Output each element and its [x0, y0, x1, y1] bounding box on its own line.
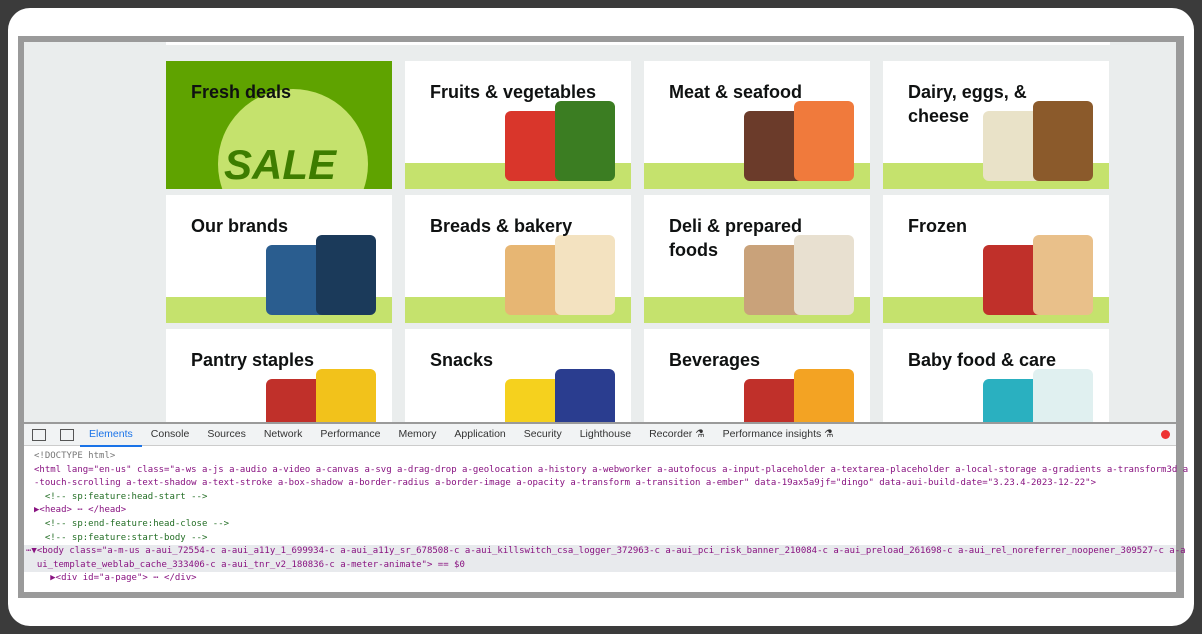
category-card[interactable]: Fruits & vegetables [405, 61, 631, 189]
screenshot-area: SALE Fresh deals Fruits & vegetables Meat &… [18, 36, 1188, 598]
devtools-tab[interactable]: Performance [311, 423, 389, 447]
dom-line[interactable]: <html lang="en-us" class="a-ws a-js a-au… [34, 464, 1188, 478]
category-card[interactable]: Baby food & care [883, 329, 1109, 422]
category-title: Fresh deals [191, 82, 292, 102]
category-title: Snacks [430, 350, 494, 370]
dom-line[interactable]: <!DOCTYPE html> [34, 450, 1176, 464]
devtools-tab[interactable]: Security [515, 423, 571, 447]
category-title: Pantry staples [191, 350, 315, 370]
devtools-tab[interactable]: Network [255, 423, 312, 447]
devtools-tab[interactable]: Sources [198, 423, 255, 447]
dom-line[interactable]: <!-- sp:end-feature:head-close --> [34, 518, 1176, 532]
dom-line[interactable]: -touch-scrolling a-text-shadow a-text-st… [34, 477, 1176, 491]
category-title: Breads & bakery [430, 216, 573, 236]
dom-line[interactable]: <!-- sp:feature:start-body --> [34, 532, 1176, 546]
dom-line[interactable]: ui_template_weblab_cache_333406-c a-aui_… [24, 558, 1176, 573]
product-image [794, 101, 854, 181]
category-card[interactable]: Deli & prepared foods [644, 195, 870, 323]
category-card[interactable]: Dairy, eggs, & cheese [883, 61, 1109, 189]
product-image [1033, 235, 1093, 315]
dom-line[interactable]: <!-- sp:feature:head-start --> [34, 491, 1176, 505]
product-image [1033, 369, 1093, 422]
devtools-tab[interactable]: Lighthouse [571, 423, 640, 447]
category-title: Meat & seafood [669, 82, 803, 102]
category-card[interactable]: Frozen [883, 195, 1109, 323]
devtools-tab[interactable]: Console [142, 423, 199, 447]
devtools-tab[interactable]: Memory [389, 423, 445, 447]
divider [166, 42, 1110, 45]
category-title: Fruits & vegetables [430, 82, 597, 102]
inspect-icon[interactable] [32, 428, 46, 441]
product-image [316, 235, 376, 315]
product-image [555, 369, 615, 422]
product-image [794, 369, 854, 422]
category-card[interactable]: Our brands [166, 195, 392, 323]
category-card[interactable]: Meat & seafood [644, 61, 870, 189]
devtools-tab[interactable]: Application [445, 423, 514, 447]
devtools-tab[interactable]: Recorder ⚗ [640, 423, 714, 447]
category-card[interactable]: Breads & bakery [405, 195, 631, 323]
product-image [316, 369, 376, 422]
product-image [555, 101, 615, 181]
category-card[interactable]: Beverages [644, 329, 870, 422]
dom-line[interactable]: ⋯▼<body class="a-m-us a-aui_72554-c a-au… [24, 545, 1186, 559]
sale-badge: SALE [224, 141, 337, 188]
grocery-page: SALE Fresh deals Fruits & vegetables Meat &… [24, 42, 1176, 422]
category-card[interactable]: Snacks [405, 329, 631, 422]
category-title: Baby food & care [908, 350, 1057, 370]
dom-line[interactable]: ▶<head> ⋯ </head> [34, 504, 1176, 518]
devtools-tabbar: Elements Console Sources Network Performance… [24, 423, 1176, 447]
product-image [555, 235, 615, 315]
error-icon[interactable] [1161, 430, 1170, 439]
category-title: Deli & prepared foods [669, 216, 803, 260]
devtools-tab[interactable]: Elements [80, 423, 142, 447]
category-title: Frozen [908, 216, 968, 236]
category-card[interactable]: SALE Fresh deals [166, 61, 392, 189]
category-title: Beverages [669, 350, 761, 370]
device-toggle-icon[interactable] [60, 428, 74, 441]
dom-line[interactable]: ▶<div id="a-page"> ⋯ </div> [34, 572, 1176, 586]
devtools-tab[interactable]: Performance insights ⚗ [714, 423, 843, 447]
category-card[interactable]: Pantry staples [166, 329, 392, 422]
category-title: Dairy, eggs, & cheese [908, 82, 1027, 126]
category-title: Our brands [191, 216, 289, 236]
devtools-panel: Elements Console Sources Network Performance… [24, 423, 1188, 592]
dom-tree[interactable]: <!DOCTYPE html> <html lang="en-us" class=… [24, 446, 1188, 586]
